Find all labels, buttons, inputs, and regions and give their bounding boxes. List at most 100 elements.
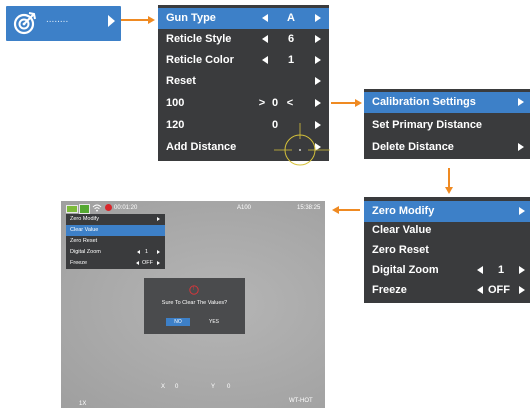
flow-arrow bbox=[448, 168, 450, 188]
menu-item-label: 120 bbox=[166, 119, 185, 131]
arrow-right-icon[interactable] bbox=[315, 99, 321, 107]
menu-item-digital-zoom[interactable]: Digital Zoom 1 bbox=[364, 260, 530, 281]
flow-arrow bbox=[331, 102, 356, 104]
menu-item-label: Zero Reset bbox=[70, 238, 98, 244]
arrow-right-icon[interactable] bbox=[519, 266, 525, 274]
menu-item-label: Calibration Settings bbox=[372, 96, 476, 108]
arrow-right-icon[interactable] bbox=[315, 14, 321, 22]
yes-button[interactable]: YES bbox=[202, 318, 226, 326]
menu-item-label: Gun Type bbox=[166, 12, 216, 24]
menu-item-freeze[interactable]: Freeze OFF bbox=[66, 258, 165, 269]
menu-item-label: Zero Reset bbox=[372, 244, 429, 256]
arrow-left-icon[interactable] bbox=[136, 261, 139, 265]
arrow-left-icon[interactable] bbox=[477, 266, 483, 274]
charging-icon bbox=[79, 204, 90, 214]
menu-item-value: 1 bbox=[287, 54, 295, 66]
mode-label: A100 bbox=[237, 205, 252, 211]
menu-item-label: Digital Zoom bbox=[372, 264, 439, 276]
battery-icon bbox=[66, 205, 78, 213]
flow-arrow-head bbox=[148, 16, 155, 24]
arrow-right-icon[interactable] bbox=[519, 286, 525, 294]
arrow-right-icon[interactable] bbox=[519, 207, 525, 215]
menu-item-clear-value[interactable]: Clear Value bbox=[364, 220, 530, 241]
arrow-right-icon[interactable] bbox=[157, 250, 160, 254]
no-button[interactable]: NO bbox=[166, 318, 190, 326]
distance-marker-right: < bbox=[286, 97, 294, 109]
menu-item-label: Reticle Style bbox=[166, 33, 232, 45]
menu-item-value: 1 bbox=[145, 249, 149, 255]
menu-item-value: 6 bbox=[287, 33, 295, 45]
menu-item-value: 1 bbox=[497, 264, 505, 276]
menu-item-label: Delete Distance bbox=[372, 141, 454, 153]
arrow-right-icon[interactable] bbox=[315, 56, 321, 64]
x-value: 0 bbox=[175, 384, 179, 390]
menu-item-label: Clear Value bbox=[70, 227, 99, 233]
clock: 15:38:25 bbox=[297, 205, 321, 211]
target-settings-button[interactable]: ........ bbox=[6, 6, 121, 41]
menu-item-zero-reset[interactable]: Zero Reset bbox=[66, 236, 165, 247]
flow-arrow-head bbox=[355, 99, 362, 107]
flow-arrow bbox=[121, 19, 149, 21]
menu-item-reset[interactable]: Reset bbox=[158, 71, 329, 92]
arrow-right-icon[interactable] bbox=[518, 98, 524, 106]
menu-item-label: Zero Modify bbox=[372, 205, 435, 217]
flow-arrow-head bbox=[445, 187, 453, 194]
menu-item-label: Reset bbox=[166, 75, 196, 87]
reticle-menu: Gun Type A Reticle Style 6 Reticle Color… bbox=[158, 5, 330, 166]
flow-arrow-head bbox=[332, 206, 339, 214]
menu-item-zero-modify[interactable]: Zero Modify bbox=[66, 214, 165, 225]
calibration-menu: Calibration Settings Set Primary Distanc… bbox=[364, 89, 530, 159]
menu-item-label: Freeze bbox=[70, 260, 88, 266]
zero-menu: Zero Modify Clear Value Zero Reset Digit… bbox=[364, 197, 530, 303]
record-icon bbox=[105, 204, 112, 211]
menu-item-calibration-settings[interactable]: Calibration Settings bbox=[364, 92, 530, 113]
menu-item-label: Zero Modify bbox=[70, 216, 100, 222]
menu-item-label: Reticle Color bbox=[166, 54, 234, 66]
arrow-right-icon[interactable] bbox=[315, 77, 321, 85]
arrow-right-icon[interactable] bbox=[315, 35, 321, 43]
arrow-left-icon[interactable] bbox=[477, 286, 483, 294]
arrow-left-icon[interactable] bbox=[137, 250, 140, 254]
arrow-left-icon[interactable] bbox=[262, 14, 268, 22]
menu-item-value: 0 bbox=[271, 97, 279, 109]
menu-item-value: A bbox=[287, 12, 295, 24]
y-label: Y bbox=[211, 384, 216, 390]
arrow-left-icon[interactable] bbox=[262, 56, 268, 64]
zoom-level: 1X bbox=[79, 401, 87, 407]
thermal-camera-view: 00:01:20 A100 15:38:25 Zero Modify Clear… bbox=[61, 201, 325, 408]
menu-item-zero-modify[interactable]: Zero Modify bbox=[364, 201, 530, 222]
menu-item-clear-value[interactable]: Clear Value bbox=[66, 225, 165, 236]
warning-icon-glyph: ! bbox=[192, 286, 195, 292]
arrow-right-icon[interactable] bbox=[157, 261, 160, 265]
camera-zero-menu: Zero Modify Clear Value Zero Reset Digit… bbox=[66, 214, 165, 269]
menu-item-freeze[interactable]: Freeze OFF bbox=[364, 280, 530, 301]
dialog-message: Sure To Clear The Values? bbox=[161, 300, 228, 306]
menu-item-zero-reset[interactable]: Zero Reset bbox=[364, 240, 530, 261]
wifi-icon bbox=[92, 204, 102, 212]
distance-marker-left: > bbox=[258, 97, 266, 109]
menu-item-label: Clear Value bbox=[372, 224, 432, 236]
menu-item-reticle-color[interactable]: Reticle Color 1 bbox=[158, 50, 329, 71]
arrow-right-icon[interactable] bbox=[157, 217, 160, 221]
target-icon bbox=[13, 12, 36, 35]
menu-item-label: 100 bbox=[166, 97, 185, 109]
menu-item-delete-distance[interactable]: Delete Distance bbox=[364, 137, 530, 158]
palette-mode: WT-HOT bbox=[289, 398, 313, 404]
menu-item-value: OFF bbox=[142, 260, 153, 266]
menu-item-digital-zoom[interactable]: Digital Zoom 1 bbox=[66, 247, 165, 258]
menu-item-gun-type[interactable]: Gun Type A bbox=[158, 8, 329, 29]
menu-item-label: Freeze bbox=[372, 284, 407, 296]
x-label: X bbox=[161, 384, 166, 390]
menu-item-reticle-style[interactable]: Reticle Style 6 bbox=[158, 29, 329, 50]
reticle-icon bbox=[274, 123, 330, 166]
arrow-right-icon[interactable] bbox=[518, 143, 524, 151]
menu-item-set-primary-distance[interactable]: Set Primary Distance bbox=[364, 115, 530, 136]
menu-item-label: Add Distance bbox=[166, 141, 237, 153]
record-time: 00:01:20 bbox=[114, 205, 138, 211]
y-value: 0 bbox=[227, 384, 231, 390]
menu-item-distance-100[interactable]: 100 > 0 < bbox=[158, 93, 329, 114]
arrow-left-icon[interactable] bbox=[262, 35, 268, 43]
menu-item-value: OFF bbox=[488, 284, 510, 296]
menu-item-label: Set Primary Distance bbox=[372, 119, 483, 131]
flow-arrow bbox=[338, 209, 360, 211]
